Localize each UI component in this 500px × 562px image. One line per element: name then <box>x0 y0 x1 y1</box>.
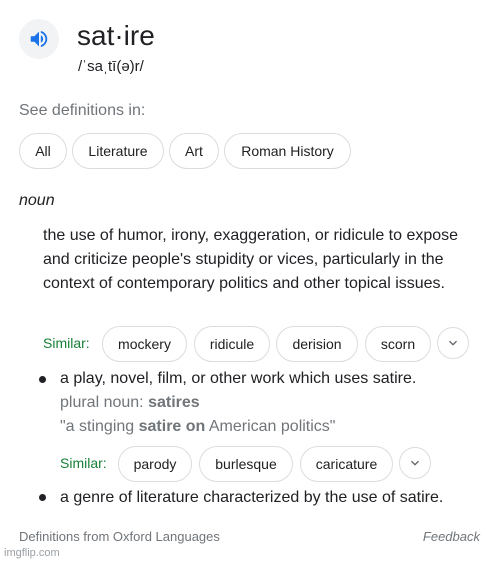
definition-1: the use of humor, irony, exaggeration, o… <box>43 227 459 292</box>
watermark: imgflip.com <box>4 547 60 559</box>
definition-2: a play, novel, film, or other work which… <box>60 370 417 387</box>
expand-similar-button-2[interactable] <box>399 447 431 479</box>
plural-value: satires <box>148 394 200 411</box>
similar-chip-burlesque[interactable]: burlesque <box>199 446 293 482</box>
similar-chip-parody[interactable]: parody <box>118 446 192 482</box>
see-definitions-label: See definitions in: <box>19 102 146 119</box>
similar-chip-mockery[interactable]: mockery <box>102 326 187 362</box>
headword: sat·ire <box>77 20 155 51</box>
example-bold: satire on <box>138 418 206 435</box>
part-of-speech: noun <box>19 192 55 209</box>
usage-example: "a stinging satire on American politics" <box>60 416 335 438</box>
chip-art[interactable]: Art <box>169 133 219 169</box>
plural-form: plural noun: satires <box>60 392 200 414</box>
similar-label-2: Similar: <box>60 455 107 471</box>
bullet-icon <box>39 376 46 383</box>
chevron-down-icon <box>449 340 457 346</box>
phonetic-spelling: /ˈsaˌtī(ə)r/ <box>78 58 144 75</box>
similar-chip-ridicule[interactable]: ridicule <box>194 326 270 362</box>
chip-roman-history[interactable]: Roman History <box>224 133 351 169</box>
pronunciation-button[interactable] <box>19 19 59 59</box>
chevron-down-icon <box>411 460 419 466</box>
volume-up-icon <box>30 30 48 48</box>
similar-chip-derision[interactable]: derision <box>276 326 358 362</box>
source-attribution[interactable]: Definitions from Oxford Languages <box>19 529 220 545</box>
definition-3: a genre of literature characterized by t… <box>60 489 444 506</box>
bullet-icon <box>39 494 46 501</box>
example-prefix: "a stinging <box>60 418 139 435</box>
plural-label: plural noun: <box>60 394 144 411</box>
chip-literature[interactable]: Literature <box>72 133 164 169</box>
expand-similar-button-1[interactable] <box>437 327 469 359</box>
similar-label-1: Similar: <box>43 335 90 351</box>
chip-all[interactable]: All <box>19 133 67 169</box>
similar-chip-caricature[interactable]: caricature <box>300 446 393 482</box>
similar-chip-scorn[interactable]: scorn <box>365 326 431 362</box>
feedback-link[interactable]: Feedback <box>423 529 480 545</box>
example-suffix: American politics" <box>205 418 336 435</box>
